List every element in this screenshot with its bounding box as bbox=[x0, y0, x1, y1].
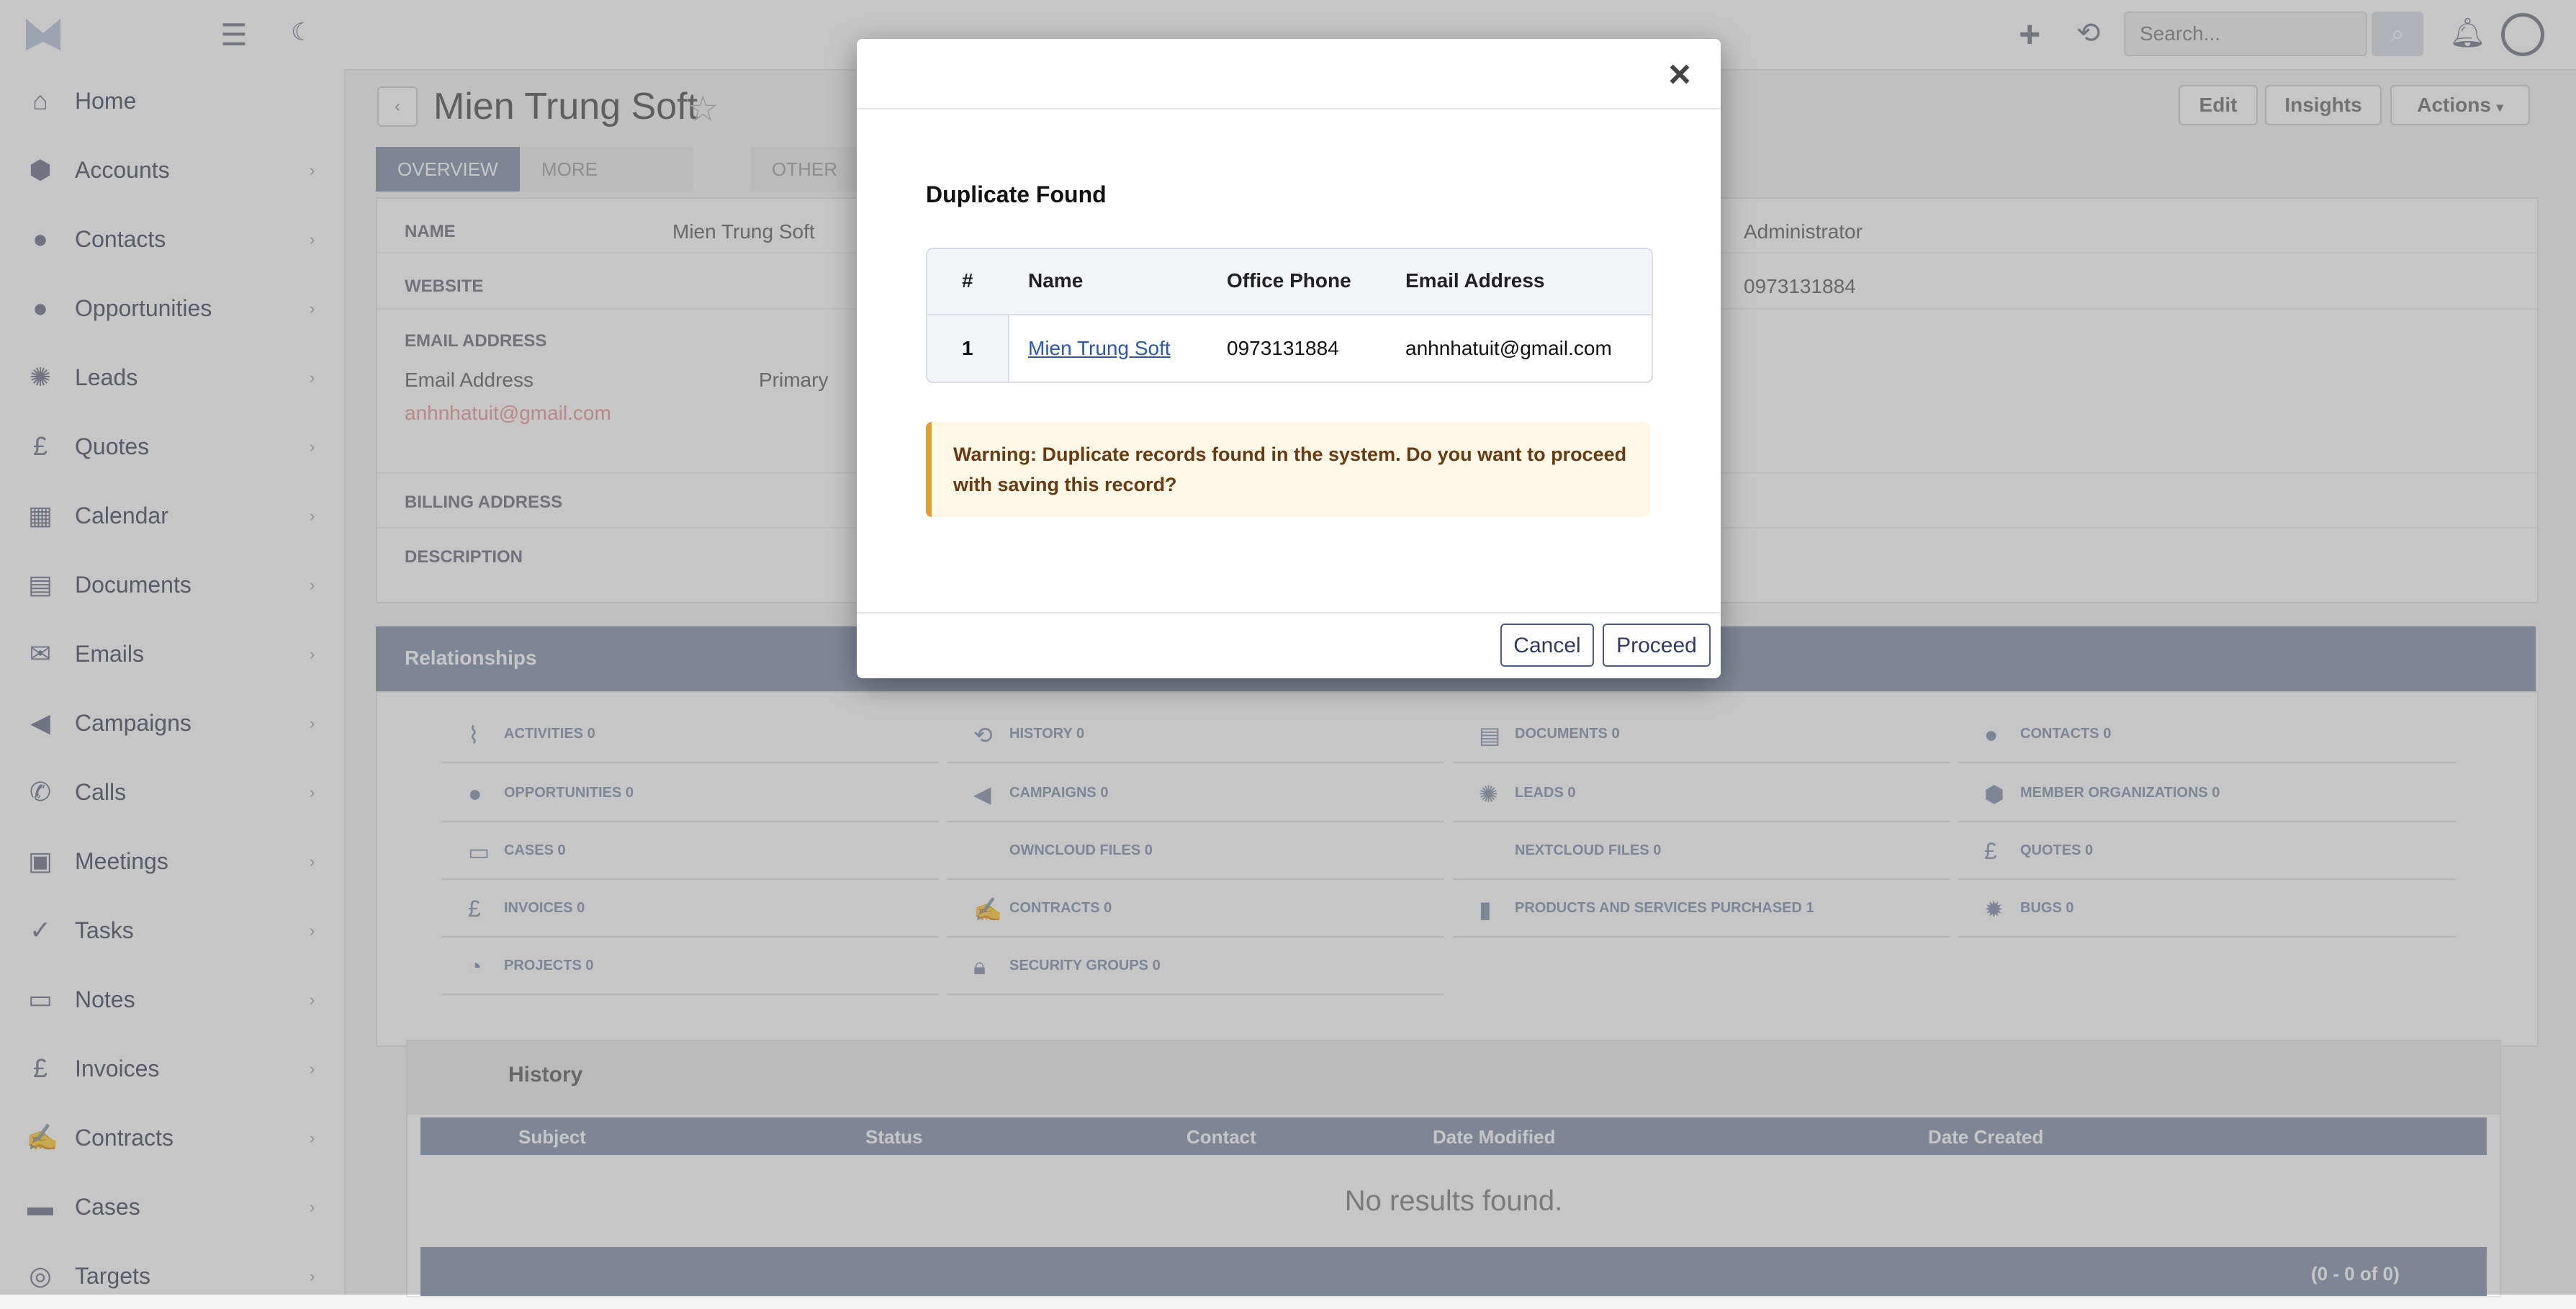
duplicate-record-link[interactable]: Mien Trung Soft bbox=[1028, 337, 1171, 360]
office-phone-cell: 0973131884 bbox=[1227, 337, 1339, 359]
duplicate-warning: Warning: Duplicate records found in the … bbox=[926, 422, 1650, 517]
row-number: 1 bbox=[962, 337, 973, 359]
col-name: Name bbox=[1028, 269, 1084, 292]
duplicate-found-dialog: × Duplicate Found # Name Office Phone Em… bbox=[857, 39, 1721, 678]
modal-footer: Cancel Proceed bbox=[857, 612, 1721, 680]
close-icon[interactable]: × bbox=[1662, 55, 1698, 94]
proceed-button[interactable]: Proceed bbox=[1603, 624, 1711, 667]
row-number-cell: 1 bbox=[927, 315, 1009, 382]
modal-header: × bbox=[857, 39, 1721, 109]
table-header: # Name Office Phone Email Address bbox=[927, 249, 1652, 315]
col-office-phone: Office Phone bbox=[1227, 269, 1351, 292]
table-row: 1 Mien Trung Soft 0973131884 anhnhatuit@… bbox=[927, 315, 1652, 382]
col-number: # bbox=[962, 269, 973, 292]
email-cell: anhnhatuit@gmail.com bbox=[1405, 337, 1612, 359]
col-email-address: Email Address bbox=[1405, 269, 1545, 292]
duplicates-table: # Name Office Phone Email Address 1 Mien… bbox=[926, 248, 1653, 383]
modal-title: Duplicate Found bbox=[926, 181, 1107, 207]
cancel-button[interactable]: Cancel bbox=[1500, 624, 1594, 667]
